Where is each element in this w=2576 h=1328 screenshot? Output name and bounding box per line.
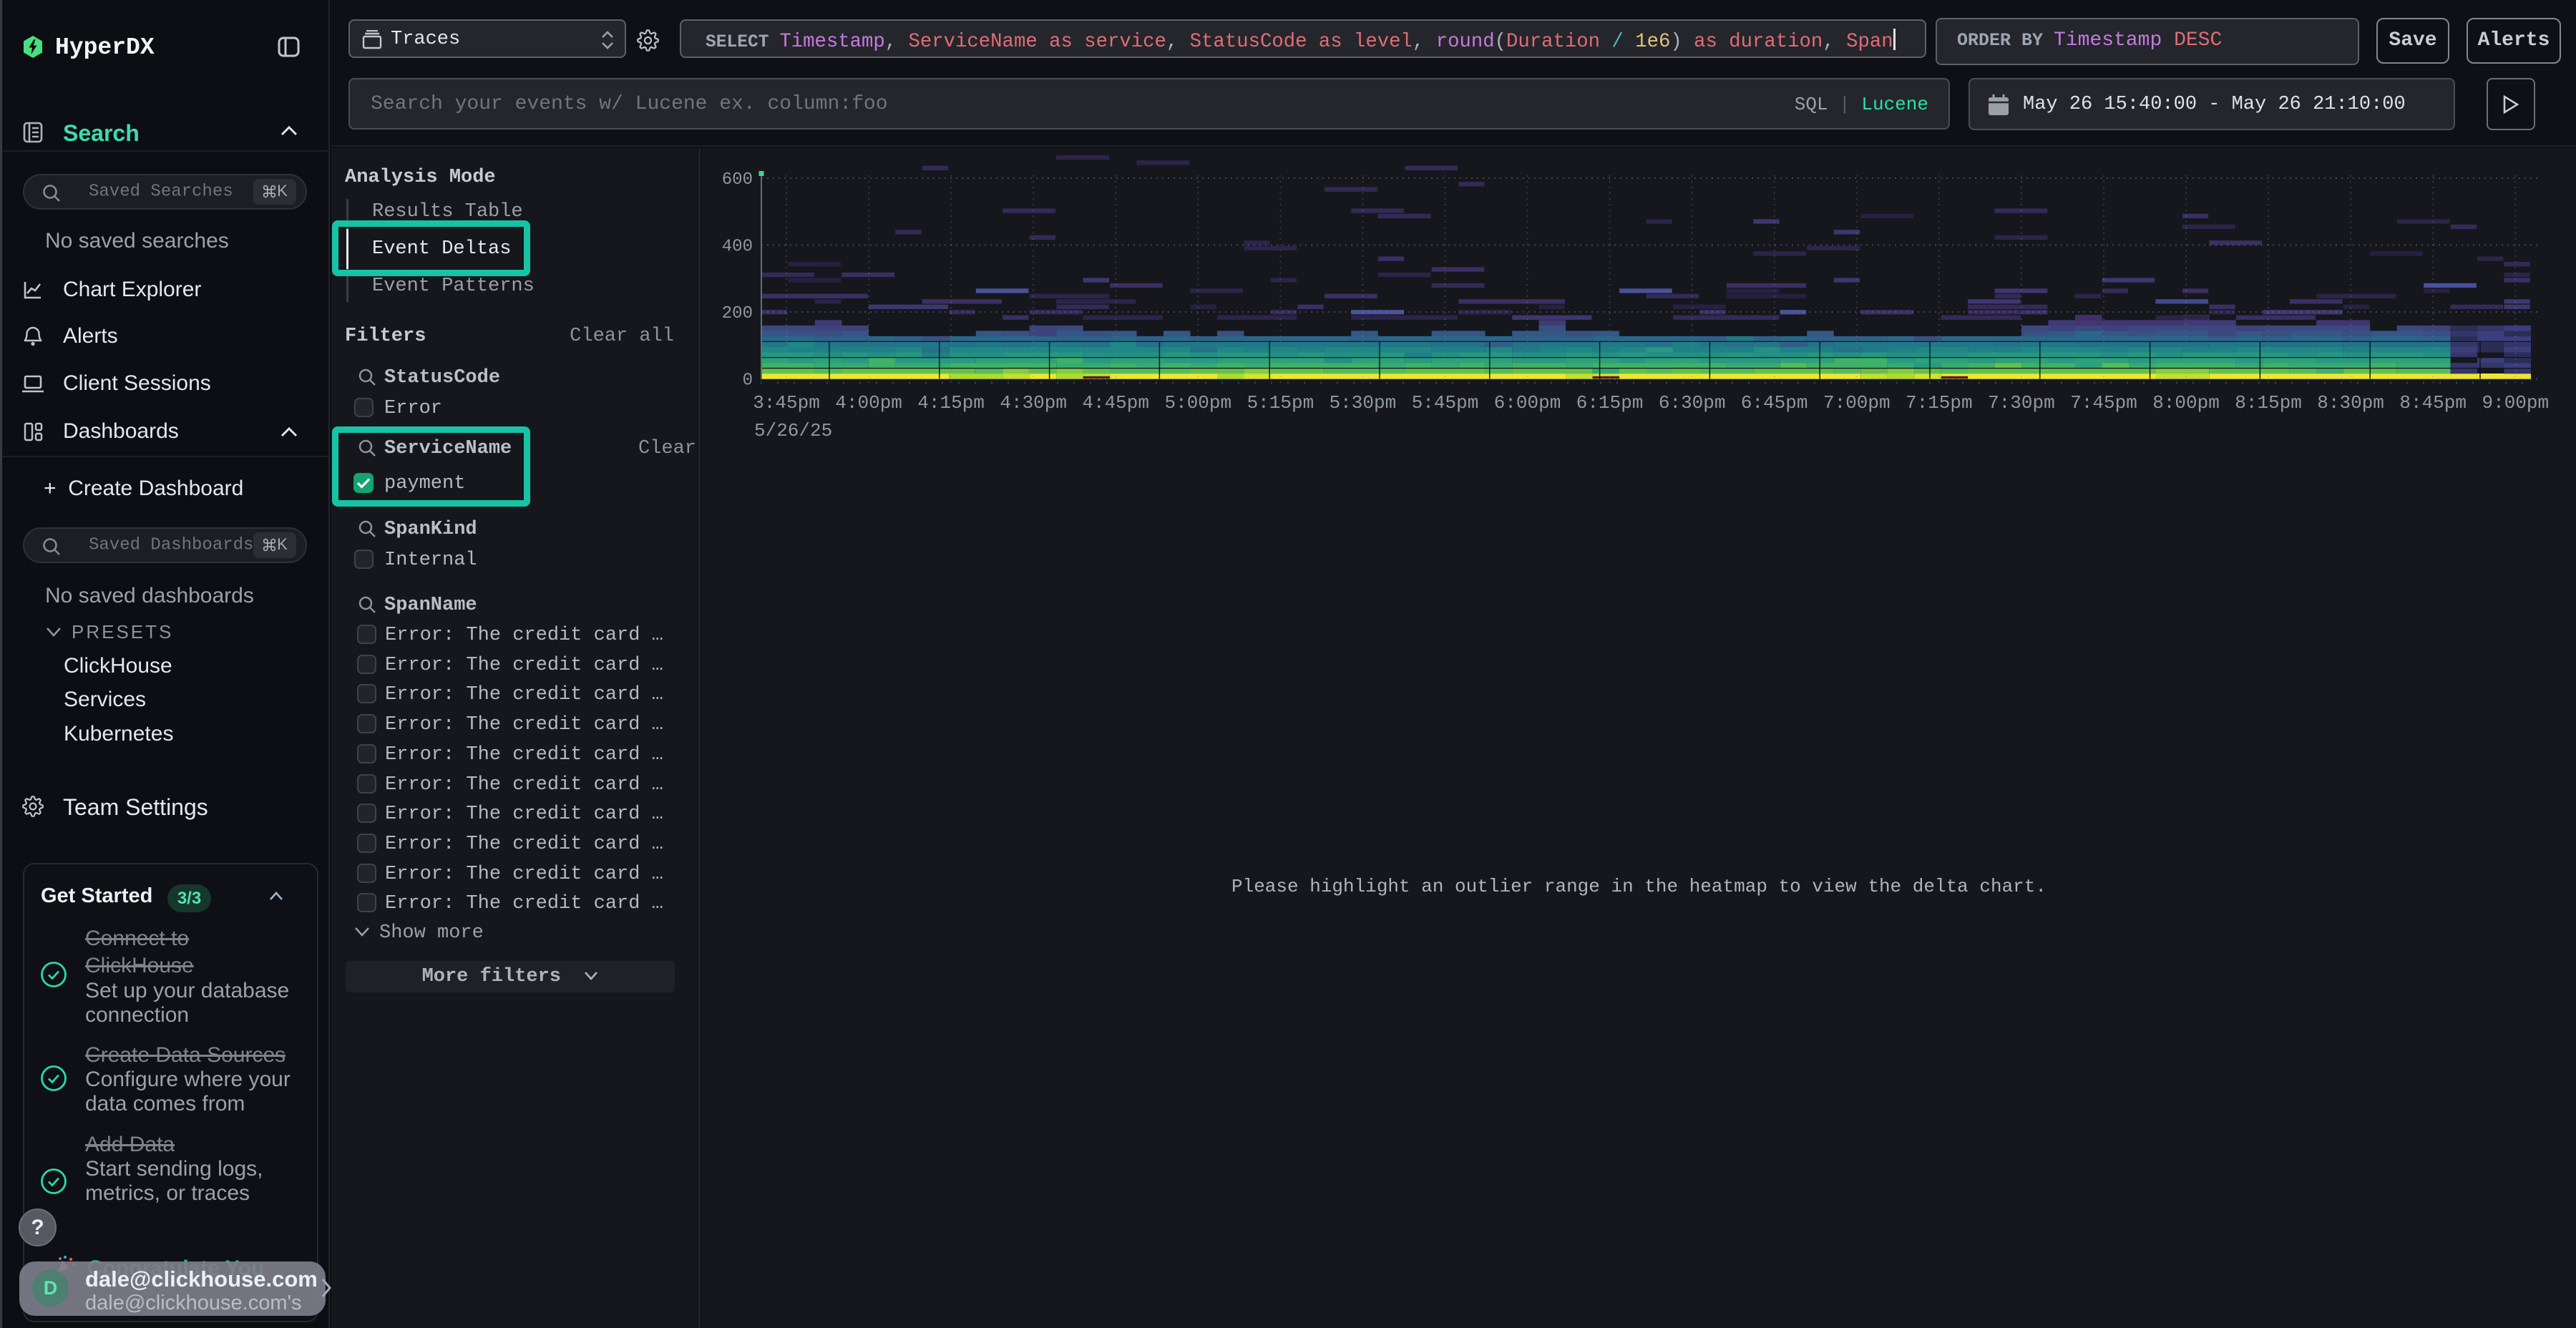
svg-text:5:45pm: 5:45pm [1412,392,1479,414]
svg-text:4:15pm: 4:15pm [917,392,985,414]
svg-text:4:00pm: 4:00pm [835,392,902,414]
svg-text:7:45pm: 7:45pm [2070,392,2137,414]
svg-text:400: 400 [722,238,753,257]
svg-text:5/26/25: 5/26/25 [754,420,832,441]
svg-text:7:00pm: 7:00pm [1823,392,1890,414]
svg-text:6:00pm: 6:00pm [1494,392,1561,414]
svg-text:7:15pm: 7:15pm [1906,392,1973,414]
svg-text:200: 200 [722,304,753,323]
svg-text:8:00pm: 8:00pm [2152,392,2220,414]
svg-text:0: 0 [743,371,753,391]
svg-text:6:30pm: 6:30pm [1659,392,1726,414]
svg-text:6:45pm: 6:45pm [1741,392,1808,414]
svg-text:5:00pm: 5:00pm [1164,392,1231,414]
svg-text:6:15pm: 6:15pm [1576,392,1644,414]
svg-text:8:30pm: 8:30pm [2317,392,2384,414]
svg-text:3:45pm: 3:45pm [753,392,820,414]
svg-text:8:45pm: 8:45pm [2399,392,2467,414]
svg-text:4:45pm: 4:45pm [1082,392,1149,414]
svg-text:5:30pm: 5:30pm [1330,392,1397,414]
svg-text:5:15pm: 5:15pm [1247,392,1314,414]
svg-text:4:30pm: 4:30pm [1000,392,1067,414]
svg-text:600: 600 [722,170,753,190]
svg-text:8:15pm: 8:15pm [2235,392,2302,414]
svg-text:9:00pm: 9:00pm [2482,392,2549,414]
svg-text:7:30pm: 7:30pm [1988,392,2055,414]
